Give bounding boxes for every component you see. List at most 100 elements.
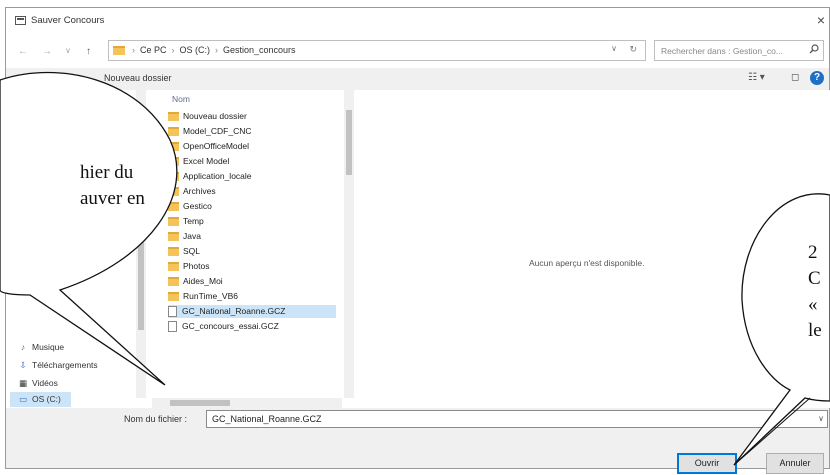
- address-dropdown-icon[interactable]: ∨: [611, 44, 617, 53]
- column-header-name[interactable]: Nom: [172, 94, 190, 104]
- list-item-label: Archives: [183, 186, 216, 196]
- nav-item-label: Musique: [32, 342, 65, 352]
- horizontal-scrollbar[interactable]: [152, 398, 342, 408]
- file-list: Nom Nouveau dossier Model_CDF_CNC OpenOf…: [148, 90, 356, 408]
- list-item[interactable]: Java: [168, 230, 336, 243]
- list-item[interactable]: Excel Model: [168, 155, 336, 168]
- list-item[interactable]: Temp: [168, 215, 336, 228]
- search-placeholder: Rechercher dans : Gestion_co...: [661, 46, 783, 56]
- nav-item-videos[interactable]: ▦ Vidéos: [18, 378, 58, 389]
- chevron-down-icon[interactable]: ∨: [818, 414, 824, 423]
- nav-item-telechargements[interactable]: ⇩ Téléchargements: [18, 360, 98, 371]
- command-bar: Organiser ▾ Nouveau dossier ☷ ▾ ◻ ?: [6, 68, 829, 90]
- callout-right-text-1: 2: [808, 242, 818, 263]
- preview-pane-icon[interactable]: ◻: [791, 72, 799, 83]
- list-item[interactable]: Aides_Moi: [168, 275, 336, 288]
- list-item[interactable]: Model_CDF_CNC: [168, 125, 336, 138]
- folder-icon: [168, 277, 179, 287]
- organize-button[interactable]: Organiser ▾: [16, 73, 63, 84]
- list-item-label: Nouveau dossier: [183, 111, 247, 121]
- help-icon[interactable]: ?: [810, 71, 824, 85]
- cancel-button[interactable]: Annuler: [766, 453, 824, 474]
- back-arrow-icon[interactable]: ←: [18, 46, 28, 57]
- file-list-scrollbar[interactable]: [344, 90, 354, 398]
- folder-icon: [168, 157, 179, 167]
- list-item[interactable]: RunTime_VB6: [168, 290, 336, 303]
- preview-pane: Aucun aperçu n'est disponible.: [356, 90, 830, 408]
- breadcrumb: › Ce PC › OS (C:) › Gestion_concours: [127, 45, 296, 55]
- search-box[interactable]: Rechercher dans : Gestion_co...: [654, 40, 824, 61]
- nav-item-os-c[interactable]: ▭ OS (C:): [10, 392, 71, 407]
- nav-item-label: Vidéos: [32, 378, 58, 388]
- breadcrumb-gestion-concours[interactable]: Gestion_concours: [223, 45, 296, 55]
- list-item[interactable]: OpenOfficeModel: [168, 140, 336, 153]
- file-icon: [168, 321, 177, 333]
- recent-locations-icon[interactable]: ∨: [65, 46, 71, 55]
- breadcrumb-separator: ›: [171, 45, 175, 55]
- list-item-label: Gestico: [183, 201, 212, 211]
- list-item-label: SQL: [183, 246, 201, 256]
- breadcrumb-os-c[interactable]: OS (C:): [180, 45, 211, 55]
- close-icon[interactable]: ×: [817, 12, 825, 28]
- music-icon: ♪: [20, 342, 26, 352]
- nav-scrollbar[interactable]: [136, 90, 146, 398]
- list-item-label: Aides_Moi: [183, 276, 223, 286]
- list-item-label: RunTime_VB6: [183, 291, 238, 301]
- nav-scrollbar-thumb[interactable]: [138, 240, 144, 330]
- breadcrumb-this-pc[interactable]: Ce PC: [140, 45, 167, 55]
- filename-value: GC_National_Roanne.GCZ: [212, 414, 322, 424]
- list-item[interactable]: Archives: [168, 185, 336, 198]
- filename-field[interactable]: GC_National_Roanne.GCZ ∨: [206, 410, 828, 428]
- preview-message: Aucun aperçu n'est disponible.: [529, 258, 645, 268]
- filename-label: Nom du fichier :: [124, 414, 188, 424]
- download-icon: ⇩: [19, 360, 27, 370]
- folder-icon: [168, 172, 179, 182]
- video-icon: ▦: [18, 378, 28, 388]
- address-bar[interactable]: › Ce PC › OS (C:) › Gestion_concours ∨ ↻: [108, 40, 646, 61]
- breadcrumb-separator: ›: [215, 45, 219, 55]
- folder-icon: [168, 217, 179, 227]
- refresh-icon[interactable]: ↻: [629, 44, 637, 55]
- callout-right-text-4: le: [808, 320, 822, 341]
- open-button[interactable]: Ouvrir: [677, 453, 737, 474]
- list-item[interactable]: GC_concours_essai.GCZ: [168, 320, 336, 333]
- list-item-label: GC_National_Roanne.GCZ: [182, 306, 286, 316]
- folder-icon: [168, 292, 179, 302]
- folder-icon: [168, 247, 179, 257]
- callout-left-text-1: hier du: [80, 162, 134, 183]
- folder-icon: [168, 112, 179, 122]
- title-bar: Sauver Concours ×: [6, 8, 829, 34]
- file-list-scrollbar-thumb[interactable]: [346, 110, 352, 175]
- folder-icon: [168, 202, 179, 212]
- new-folder-button[interactable]: Nouveau dossier: [104, 73, 172, 83]
- up-arrow-icon[interactable]: ↑: [86, 46, 91, 57]
- navigation-pane: ♪ Musique ⇩ Téléchargements ▦ Vidéos ▭ OS (C…: [6, 90, 148, 408]
- nav-item-label: OS (C:): [32, 394, 61, 404]
- view-options-icon[interactable]: ☷ ▾: [748, 72, 765, 83]
- list-item-label: Model_CDF_CNC: [183, 126, 252, 136]
- nav-item-label: Téléchargements: [32, 360, 98, 370]
- list-item-selected[interactable]: GC_National_Roanne.GCZ: [168, 305, 336, 318]
- list-item[interactable]: Gestico: [168, 200, 336, 213]
- dialog-title: Sauver Concours: [31, 15, 105, 26]
- callout-left-text-2: auver en: [80, 188, 145, 209]
- folder-icon: [168, 187, 179, 197]
- folder-icon: [168, 232, 179, 242]
- list-item[interactable]: Application_locale: [168, 170, 336, 183]
- folder-icon: [113, 46, 125, 55]
- horizontal-scrollbar-thumb[interactable]: [170, 400, 230, 406]
- list-item-label: OpenOfficeModel: [183, 141, 249, 151]
- save-dialog: Sauver Concours × ← → ∨ ↑ › Ce PC › OS (C:)…: [5, 7, 830, 474]
- list-item[interactable]: Photos: [168, 260, 336, 273]
- search-icon: [809, 44, 819, 57]
- callout-right-text-2: C: [808, 268, 821, 289]
- list-item[interactable]: Nouveau dossier: [168, 110, 336, 123]
- list-item[interactable]: SQL: [168, 245, 336, 258]
- nav-item-musique[interactable]: ♪ Musique: [18, 342, 64, 352]
- breadcrumb-separator: ›: [132, 45, 135, 55]
- folder-icon: [168, 262, 179, 272]
- list-item-label: Excel Model: [183, 156, 230, 166]
- file-icon: [168, 306, 177, 318]
- forward-arrow-icon[interactable]: →: [42, 46, 52, 57]
- folder-icon: [168, 127, 179, 137]
